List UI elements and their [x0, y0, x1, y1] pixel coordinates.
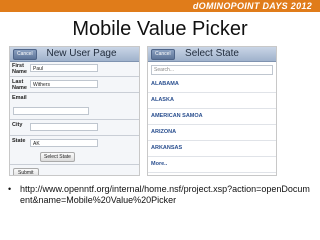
- first-name-row: First Name Paul: [10, 62, 139, 75]
- state-search-input[interactable]: Search...: [151, 65, 273, 75]
- last-name-input[interactable]: Withers: [30, 80, 98, 88]
- list-item[interactable]: ALASKA: [148, 93, 276, 109]
- email-input-row: [10, 107, 139, 118]
- submit-button[interactable]: Submit: [13, 168, 39, 175]
- form-divider: [10, 164, 139, 165]
- form-divider: [10, 76, 139, 77]
- slide-title: Mobile Value Picker: [72, 18, 248, 40]
- last-name-row: Last Name Withers: [10, 78, 139, 91]
- left-toolbar: Cancel New User Page: [10, 47, 139, 62]
- list-item[interactable]: ARKANSAS: [148, 141, 276, 157]
- last-name-label: Last Name: [12, 79, 27, 91]
- more-link[interactable]: More..: [148, 157, 276, 173]
- right-toolbar: Cancel Select State: [148, 47, 276, 62]
- email-row: Email: [10, 94, 139, 107]
- select-state-panel: Cancel Select State Search... ALABAMA AL…: [147, 46, 277, 176]
- form-divider: [10, 135, 139, 136]
- form-divider: [10, 119, 139, 120]
- city-input[interactable]: [30, 123, 98, 131]
- list-item[interactable]: AMERICAN SAMOA: [148, 109, 276, 125]
- new-user-panel: Cancel New User Page First Name Paul Las…: [9, 46, 140, 176]
- brand-text: dOMINOPOINT DAYS 2012: [192, 1, 312, 11]
- project-link[interactable]: http://www.openntf.org/internal/home.nsf…: [20, 184, 314, 206]
- state-row: State AK: [10, 137, 139, 150]
- bullet-dot: •: [8, 184, 12, 194]
- right-toolbar-title: Select State: [185, 48, 239, 59]
- select-state-button[interactable]: Select State: [40, 152, 75, 162]
- first-name-input[interactable]: Paul: [30, 64, 98, 72]
- brand-banner: dOMINOPOINT DAYS 2012: [0, 0, 320, 12]
- email-label: Email: [12, 95, 27, 101]
- first-name-label: First Name: [12, 63, 27, 75]
- left-toolbar-title: New User Page: [46, 48, 117, 59]
- state-input[interactable]: AK: [30, 139, 98, 147]
- select-state-row: Select State: [10, 150, 139, 163]
- list-item[interactable]: ALABAMA: [148, 77, 276, 93]
- list-item[interactable]: ARIZONA: [148, 125, 276, 141]
- form-divider: [10, 92, 139, 93]
- email-field[interactable]: [13, 107, 89, 115]
- city-label: City: [12, 122, 23, 128]
- submit-row: Submit: [10, 166, 139, 175]
- city-row: City: [10, 121, 139, 134]
- state-label: State: [12, 138, 26, 144]
